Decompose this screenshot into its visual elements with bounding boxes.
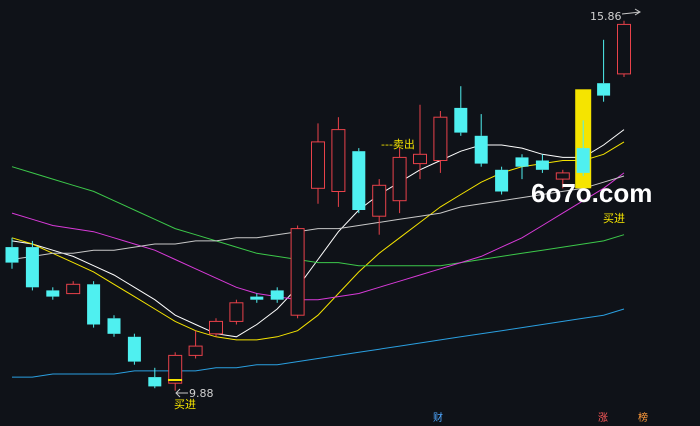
candle[interactable] xyxy=(495,166,509,195)
candle-body xyxy=(107,318,121,334)
candle-body xyxy=(127,336,141,362)
high-price-label: 15.86 xyxy=(590,10,622,23)
candle[interactable] xyxy=(209,318,223,337)
candle[interactable] xyxy=(107,315,121,337)
candle-body xyxy=(66,283,81,295)
ranking-badge[interactable]: 榜 xyxy=(638,411,648,424)
candle-body xyxy=(392,156,407,202)
candle-body xyxy=(270,290,284,300)
candle[interactable] xyxy=(229,299,244,325)
watermark-logo: 6o7o.com xyxy=(531,178,652,208)
candle-body xyxy=(229,302,244,322)
candle[interactable] xyxy=(87,281,101,328)
candle-body xyxy=(597,83,611,96)
finance-badge[interactable]: 财 xyxy=(433,411,443,424)
candlestick-chart: ---卖出 买进 买进 9.88 15.86 6o7o.com 财 涨 榜 xyxy=(0,0,700,426)
candle-body xyxy=(148,377,162,387)
candle-body xyxy=(535,160,549,170)
candle-body xyxy=(290,228,305,316)
candle[interactable] xyxy=(352,148,366,214)
candle-body xyxy=(250,296,264,300)
candle[interactable] xyxy=(127,333,141,365)
candle[interactable] xyxy=(25,240,39,291)
candle-body xyxy=(331,129,346,193)
candle-body xyxy=(433,116,448,161)
candle-body xyxy=(495,169,509,192)
candle-body xyxy=(209,320,223,335)
candle-body xyxy=(372,184,387,217)
candle-body xyxy=(474,135,488,164)
candle-body xyxy=(311,141,325,189)
candle-body xyxy=(576,148,590,173)
candle-body xyxy=(5,247,19,263)
candle-body xyxy=(25,247,39,288)
candle-body xyxy=(515,157,529,167)
buy-signal-label-2: 买进 xyxy=(603,212,625,225)
candle-body xyxy=(352,151,366,210)
chart-background xyxy=(0,0,700,426)
candle-body xyxy=(188,345,203,356)
candle-body xyxy=(413,153,427,165)
candle-body xyxy=(454,107,468,133)
limit-up-badge[interactable]: 涨 xyxy=(598,412,608,424)
candle[interactable] xyxy=(290,225,305,319)
candle-body xyxy=(87,284,101,325)
candle-body xyxy=(617,23,631,75)
low-price-label: 9.88 xyxy=(189,387,214,400)
candle[interactable] xyxy=(617,20,631,77)
sell-signal-label: ---卖出 xyxy=(381,137,415,151)
candle-body xyxy=(46,290,60,297)
